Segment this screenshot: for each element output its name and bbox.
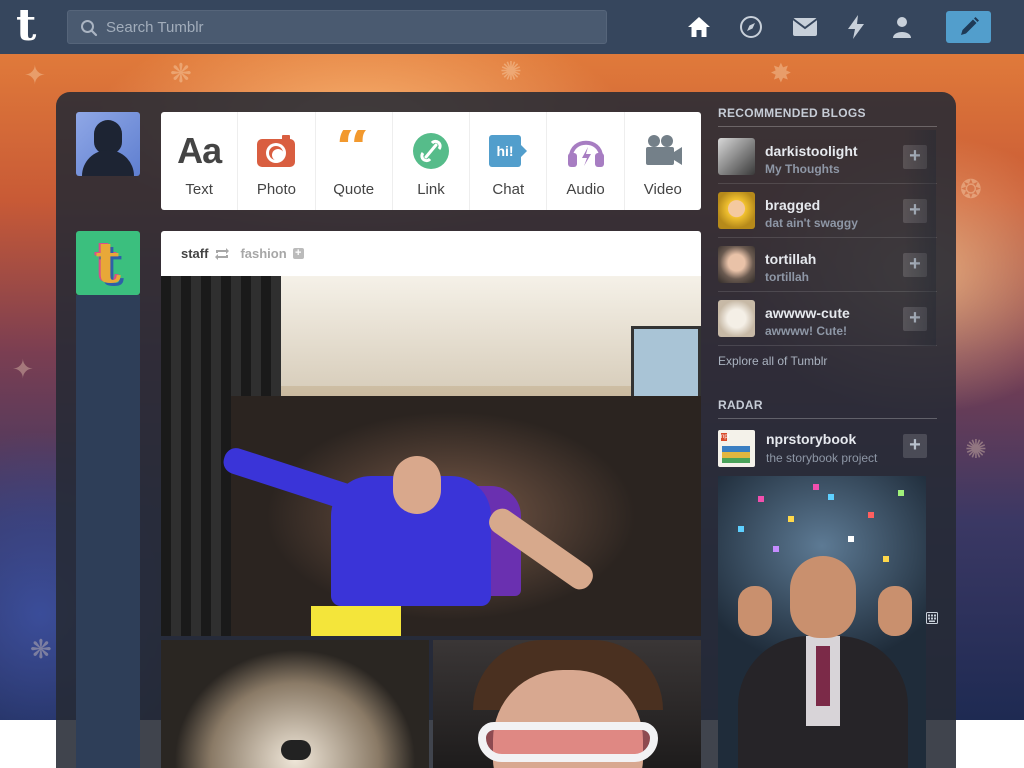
- radar-title: RADAR: [718, 398, 937, 419]
- post-type-label: Chat: [492, 181, 525, 198]
- radar-blog-description: the storybook project: [766, 451, 878, 465]
- radar-post-photo[interactable]: [718, 476, 926, 768]
- radar-blog-avatar[interactable]: npr: [718, 430, 755, 467]
- account-icon[interactable]: [889, 14, 915, 40]
- reblog-icon: [215, 247, 230, 260]
- post-type-chat[interactable]: hi! Chat: [470, 112, 548, 210]
- npr-logo: npr: [721, 433, 730, 441]
- post-header: staff fashion +: [161, 231, 701, 276]
- search-box[interactable]: [67, 10, 607, 44]
- follow-radar-blog-button[interactable]: +: [903, 434, 927, 458]
- headphones-icon: [567, 140, 604, 167]
- blog-description: awwww! Cute!: [765, 324, 848, 338]
- reblogged-from-link[interactable]: fashion: [240, 246, 286, 261]
- radar-section: RADAR: [718, 398, 937, 419]
- post-photo-dog[interactable]: [161, 640, 429, 768]
- post-type-selector: Aa Text Photo “ Quote Link hi! Chat Audi…: [161, 112, 701, 210]
- recommended-blogs-section: RECOMMENDED BLOGS: [718, 106, 937, 127]
- post-type-label: Video: [643, 181, 682, 198]
- user-avatar[interactable]: [76, 112, 140, 176]
- compose-button[interactable]: [946, 11, 991, 43]
- tumblr-logo[interactable]: t: [16, 4, 50, 48]
- chat-icon: hi!: [489, 135, 528, 167]
- list-scroll-fade: [904, 130, 936, 346]
- blog-name[interactable]: tortillah: [765, 251, 816, 267]
- home-icon[interactable]: [686, 14, 712, 40]
- post-type-audio[interactable]: Audio: [547, 112, 625, 210]
- post-type-photo[interactable]: Photo: [238, 112, 316, 210]
- post-photo-girl[interactable]: [433, 640, 701, 768]
- svg-text:hi!: hi!: [497, 143, 514, 159]
- quote-icon: “: [335, 130, 373, 172]
- blog-name[interactable]: bragged: [765, 197, 820, 213]
- video-camera-icon: [645, 135, 682, 165]
- blog-description: tortillah: [765, 270, 809, 284]
- blog-avatar[interactable]: [718, 192, 755, 229]
- post-photo-main[interactable]: [161, 276, 701, 636]
- blog-name[interactable]: awwww-cute: [765, 305, 850, 321]
- radar-blog-name[interactable]: nprstorybook: [766, 431, 856, 447]
- blog-avatar[interactable]: [718, 246, 755, 283]
- decorative-star-icon: ✸: [770, 58, 792, 88]
- follow-plus-icon[interactable]: +: [292, 248, 304, 259]
- search-input[interactable]: [106, 11, 596, 43]
- activity-icon[interactable]: [843, 14, 869, 40]
- avatar-rail: [76, 295, 140, 768]
- link-icon: [412, 133, 449, 169]
- post-type-label: Audio: [566, 181, 605, 198]
- decorative-star-icon: ✺: [500, 56, 522, 86]
- radar-blog-item[interactable]: npr nprstorybook the storybook project +: [718, 426, 937, 470]
- blog-description: dat ain't swaggy: [765, 216, 858, 230]
- post-author-link[interactable]: staff: [181, 246, 208, 261]
- post-author-avatar[interactable]: t: [76, 231, 140, 295]
- post-type-label: Photo: [256, 181, 297, 198]
- post-type-link[interactable]: Link: [393, 112, 471, 210]
- post-type-text[interactable]: Aa Text: [161, 112, 239, 210]
- decorative-star-icon: ✦: [24, 60, 46, 90]
- top-navigation-bar: t: [0, 0, 1024, 54]
- blog-avatar[interactable]: [718, 138, 755, 175]
- post-type-label: Text: [185, 181, 213, 198]
- keyboard-shortcuts-icon[interactable]: [926, 612, 938, 624]
- blog-avatar[interactable]: [718, 300, 755, 337]
- post-type-video[interactable]: Video: [625, 112, 701, 210]
- mail-icon[interactable]: [792, 14, 818, 40]
- post-type-label: Link: [417, 181, 445, 198]
- blog-description: My Thoughts: [765, 162, 840, 176]
- post-type-quote[interactable]: “ Quote: [316, 112, 393, 210]
- decorative-star-icon: ✺: [965, 434, 987, 464]
- camera-icon: [257, 135, 296, 167]
- decorative-star-icon: ❋: [170, 58, 192, 88]
- decorative-star-icon: ❋: [30, 634, 52, 664]
- decorative-star-icon: ❂: [960, 174, 982, 204]
- pencil-icon: [960, 17, 979, 35]
- decorative-star-icon: ✦: [12, 354, 34, 384]
- explore-icon[interactable]: [738, 14, 764, 40]
- explore-tumblr-link[interactable]: Explore all of Tumblr: [718, 354, 827, 368]
- search-icon: [81, 20, 98, 37]
- text-icon: Aa: [177, 130, 222, 171]
- recommended-blogs-title: RECOMMENDED BLOGS: [718, 106, 937, 127]
- post-type-label: Quote: [333, 181, 375, 198]
- blog-name[interactable]: darkistoolight: [765, 143, 858, 159]
